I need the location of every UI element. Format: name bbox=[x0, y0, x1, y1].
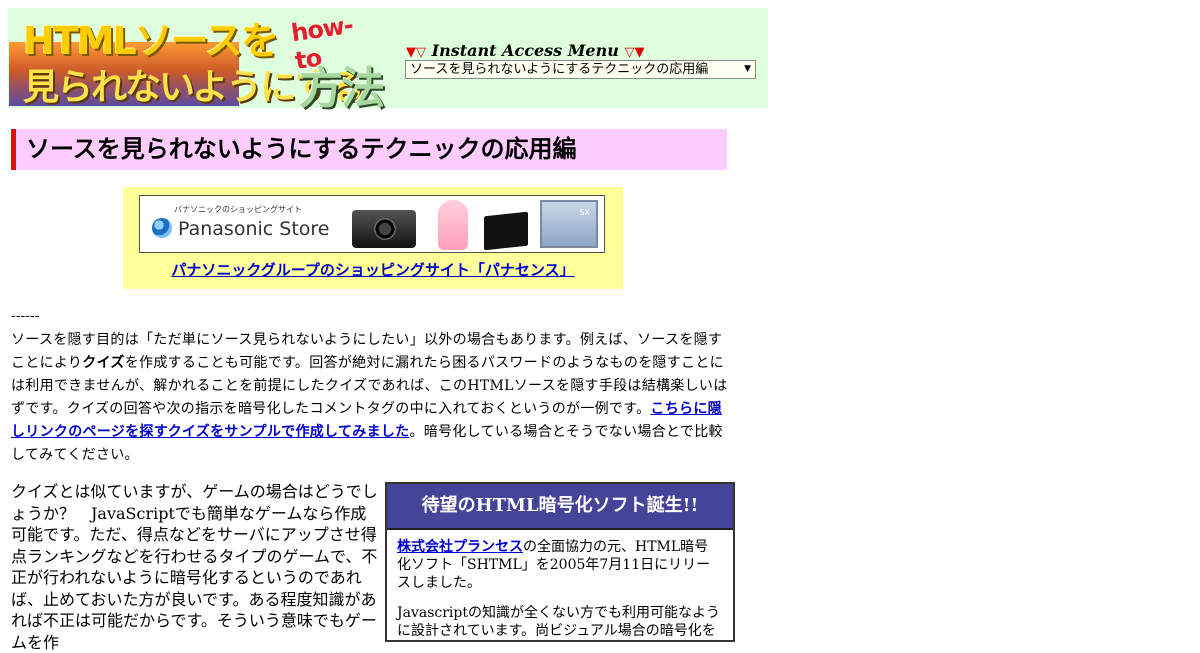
logo-line3: 方法 bbox=[299, 63, 385, 114]
ad-link[interactable]: パナソニックグループのショッピングサイト「パナセンス」 bbox=[123, 259, 623, 280]
shtml-promo-box: 待望のHTML暗号化ソフト誕生!! 株式会社プランセスの全面協力の元、HTML暗… bbox=[385, 482, 735, 642]
promo-text-1: 株式会社プランセスの全面協力の元、HTML暗号化ソフト「SHTML」を2005年… bbox=[397, 538, 721, 592]
game-paragraph: クイズとは似ていますが、ゲームの場合はどうでしょうか？ JavaScriptでも… bbox=[11, 482, 378, 652]
camera-icon bbox=[352, 210, 416, 248]
ad-banner-small-text: パナソニックのショッピングサイト bbox=[174, 205, 302, 214]
facial-steamer-icon bbox=[438, 200, 468, 250]
panasonic-logo-icon bbox=[152, 218, 172, 238]
site-logo[interactable]: HTMLソースを 見られないようにする how-to 方法 bbox=[9, 8, 385, 114]
chevron-down-icon: ▼ bbox=[744, 64, 751, 74]
ad-banner[interactable]: パナソニックのショッピングサイト Panasonic Store bbox=[139, 195, 605, 253]
company-link[interactable]: 株式会社プランセス bbox=[397, 539, 523, 555]
menu-title-text: Instant Access Menu bbox=[431, 41, 619, 60]
ad-banner-brand: Panasonic Store bbox=[178, 218, 330, 240]
p1-bold-quiz: クイズ bbox=[82, 355, 125, 371]
tablet-icon bbox=[484, 211, 528, 251]
separator-dashes: ------ bbox=[11, 308, 40, 324]
menu-title-prefix-icon: ▼▽ bbox=[406, 45, 426, 60]
ad-box: パナソニックのショッピングサイト Panasonic Store パナソニックグ… bbox=[123, 187, 623, 289]
instant-access-select[interactable]: ソースを見られないようにするテクニックの応用編 ▼ bbox=[405, 60, 756, 79]
promo-text-2: Javascriptの知識が全くない方でも利用可能なように設計されています。尚ビ… bbox=[397, 605, 720, 639]
laptop-icon bbox=[540, 200, 598, 248]
intro-paragraph: ソースを隠す目的は「ただ単にソース見られないようにしたい」以外の場合もあります。… bbox=[11, 329, 729, 467]
logo-line1: HTMLソースを bbox=[23, 19, 279, 63]
site-header: HTMLソースを 見られないようにする how-to 方法 ▼▽ Instant… bbox=[8, 8, 768, 114]
promo-title: 待望のHTML暗号化ソフト誕生!! bbox=[387, 484, 733, 530]
page-title: ソースを見られないようにするテクニックの応用編 bbox=[11, 129, 727, 170]
promo-body: 株式会社プランセスの全面協力の元、HTML暗号化ソフト「SHTML」を2005年… bbox=[387, 530, 733, 640]
instant-access-menu-title: ▼▽ Instant Access Menu ▽▼ bbox=[406, 41, 644, 60]
menu-title-suffix-icon: ▽▼ bbox=[624, 45, 645, 60]
menu-select-value: ソースを見られないようにするテクニックの応用編 bbox=[410, 62, 709, 77]
